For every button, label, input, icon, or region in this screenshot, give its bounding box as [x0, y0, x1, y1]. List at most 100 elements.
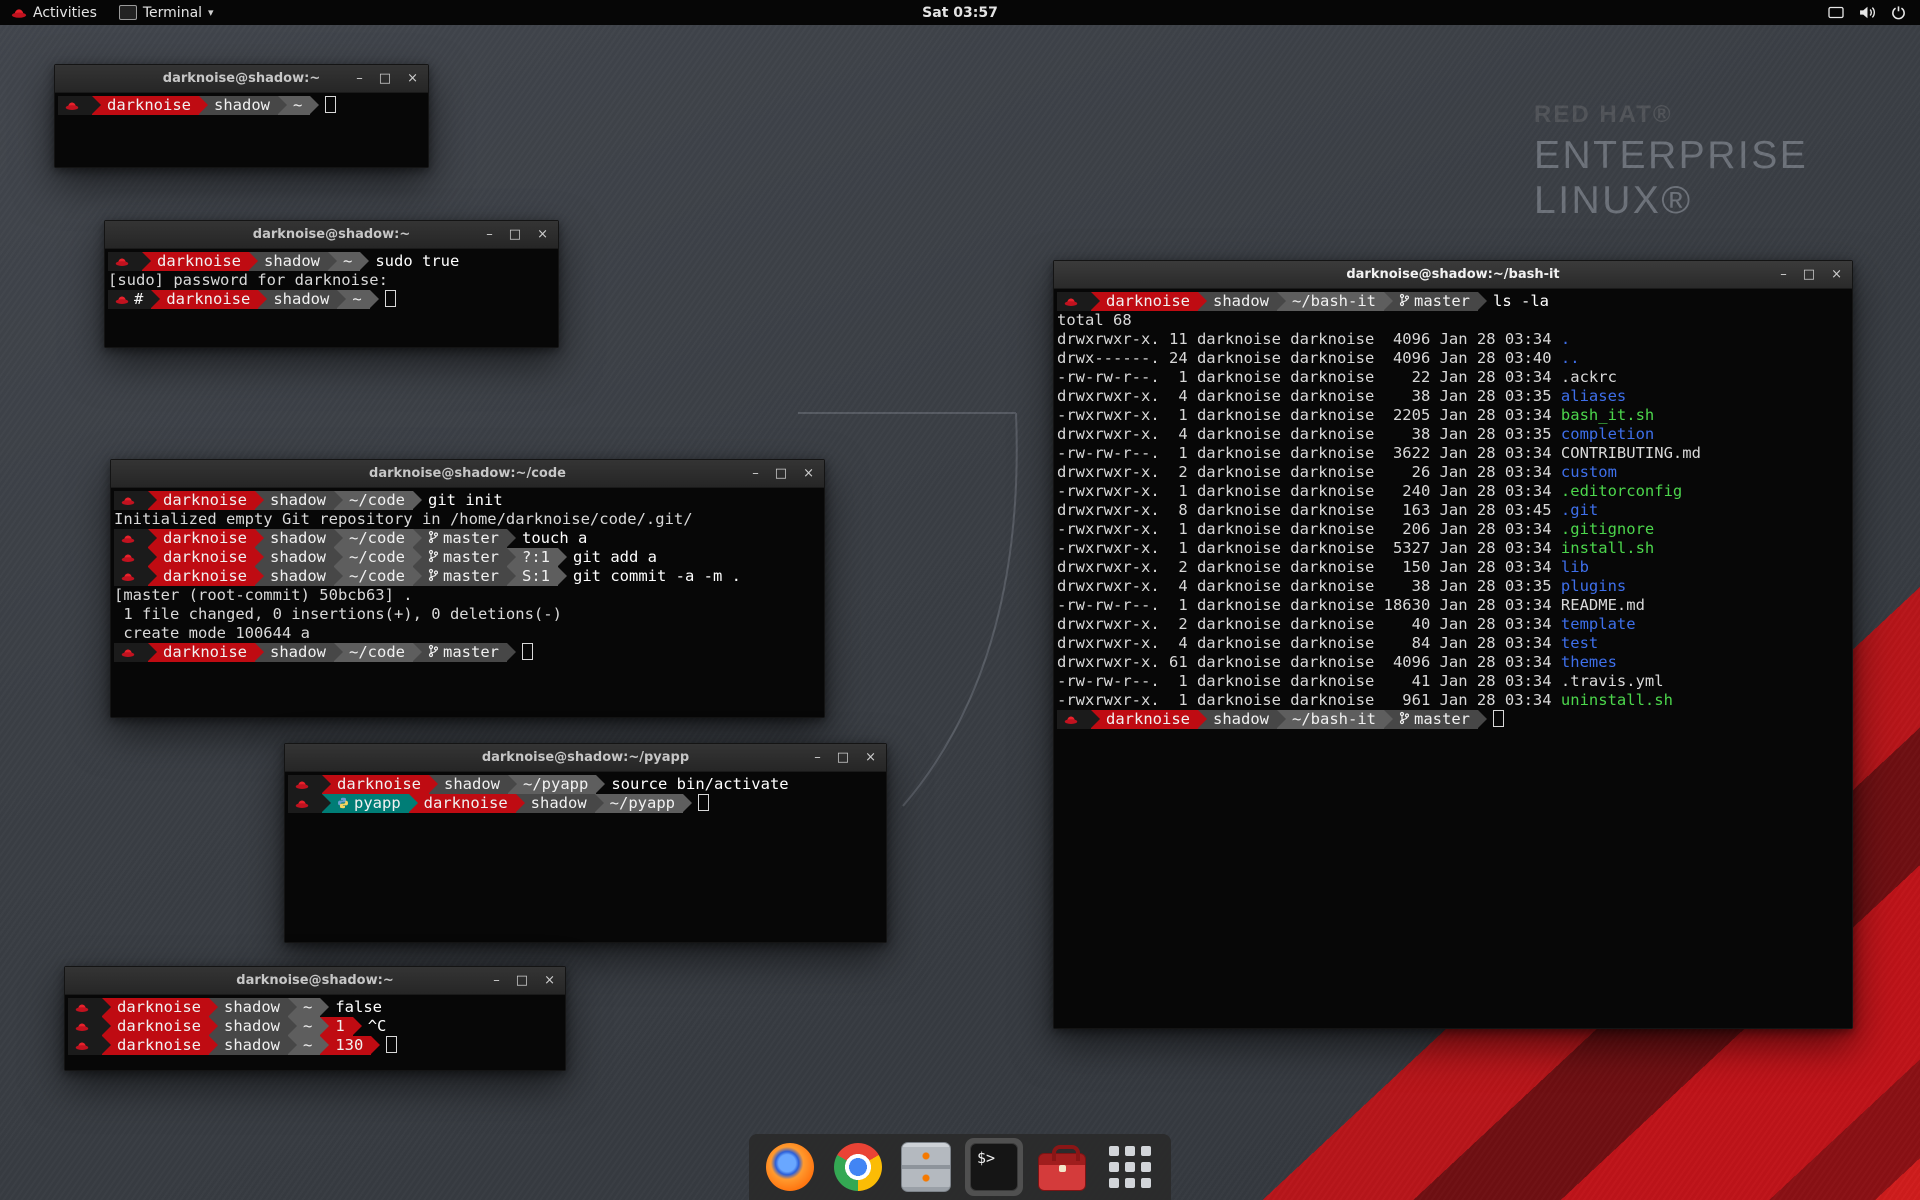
app-menu-label: Terminal [143, 5, 202, 21]
file-name: .. [1561, 349, 1580, 367]
prompt-segment-host: shadow [255, 567, 334, 586]
prompt-segment-text: darknoise [107, 96, 191, 114]
prompt-segment-user: darknoise [148, 529, 255, 548]
prompt-segment-host: shadow [1198, 710, 1277, 729]
close-button[interactable]: × [407, 72, 418, 85]
git-branch-icon [1399, 711, 1409, 730]
dock-item-firefox[interactable] [761, 1138, 819, 1196]
dock-item-toolbox[interactable] [1033, 1138, 1091, 1196]
minimize-button[interactable]: – [486, 228, 493, 241]
terminal-window-t3[interactable]: darknoise@shadow:~/code – □ × darknoises… [110, 459, 825, 718]
terminal-window-t4[interactable]: darknoise@shadow:~/pyapp – □ × darknoise… [284, 743, 887, 943]
output-text: [master (root-commit) 50bcb63] . [114, 586, 413, 604]
toolbox-icon [1038, 1153, 1086, 1191]
prompt-segment-text: ~/code [349, 529, 405, 547]
prompt-segment-git: master [413, 643, 507, 662]
window-titlebar[interactable]: darknoise@shadow:~ – □ × [105, 221, 558, 249]
prompt-segment-text: # [134, 290, 143, 308]
output-text: create mode 100644 a [114, 624, 310, 642]
prompt-segment-user: darknoise [148, 548, 255, 567]
terminal-line: darknoiseshadow~/codemastertouch a [114, 529, 821, 548]
window-titlebar[interactable]: darknoise@shadow:~ – □ × [65, 967, 565, 995]
ls-columns: drwxrwxr-x. 11 darknoise darknoise 4096 … [1057, 330, 1561, 348]
dock-item-terminal[interactable]: $> [965, 1138, 1023, 1196]
top-bar: Activities Terminal ▾ Sat 03:57 [0, 0, 1920, 25]
close-button[interactable]: × [1831, 268, 1842, 281]
output-text: total 68 [1057, 311, 1132, 329]
prompt-segment-user: darknoise [322, 775, 429, 794]
app-menu-terminal[interactable]: Terminal ▾ [108, 0, 225, 25]
file-name: .git [1561, 501, 1598, 519]
prompt-segment-text: master [443, 567, 499, 585]
maximize-button[interactable]: □ [379, 72, 391, 85]
window-titlebar[interactable]: darknoise@shadow:~ – □ × [55, 65, 428, 93]
terminal-line: darknoiseshadow~false [68, 998, 562, 1017]
terminal-line: drwxrwxr-x. 4 darknoise darknoise 38 Jan… [1057, 577, 1849, 596]
redhat-icon [65, 97, 79, 116]
maximize-button[interactable]: □ [516, 974, 528, 987]
prompt-segment-text: shadow [270, 529, 326, 547]
system-status-area[interactable] [1820, 0, 1914, 25]
terminal-content[interactable]: darknoiseshadow~sudo true[sudo] password… [105, 249, 558, 347]
redhat-icon [75, 1037, 89, 1056]
close-button[interactable]: × [544, 974, 555, 987]
dock: $> [749, 1134, 1171, 1200]
terminal-line: darknoiseshadow~/pyappsource bin/activat… [288, 775, 883, 794]
maximize-button[interactable]: □ [775, 467, 787, 480]
window-titlebar[interactable]: darknoise@shadow:~/pyapp – □ × [285, 744, 886, 772]
prompt-segment-git: master [413, 548, 507, 567]
terminal-line: create mode 100644 a [114, 624, 821, 643]
window-titlebar[interactable]: darknoise@shadow:~/bash-it – □ × [1054, 261, 1852, 289]
window-titlebar[interactable]: darknoise@shadow:~/code – □ × [111, 460, 824, 488]
terminal-window-t1[interactable]: darknoise@shadow:~ – □ × darknoiseshadow… [54, 64, 429, 168]
prompt-segment-text: ~/pyapp [523, 775, 588, 793]
terminal-window-t2[interactable]: darknoise@shadow:~ – □ × darknoiseshadow… [104, 220, 559, 348]
prompt-segment-text: ~ [303, 1036, 312, 1054]
terminal-content[interactable]: darknoiseshadow~/bash-itmasterls -latota… [1054, 289, 1852, 1028]
terminal-line: darknoiseshadow~1^C [68, 1017, 562, 1036]
terminal-content[interactable]: darknoiseshadow~ [55, 93, 428, 167]
terminal-window-t6-bash-it[interactable]: darknoise@shadow:~/bash-it – □ × darknoi… [1053, 260, 1853, 1029]
minimize-button[interactable]: – [752, 467, 759, 480]
close-button[interactable]: × [865, 751, 876, 764]
maximize-button[interactable]: □ [837, 751, 849, 764]
terminal-content[interactable]: darknoiseshadow~/pyappsource bin/activat… [285, 772, 886, 942]
terminal-line: darknoiseshadow~sudo true [108, 252, 555, 271]
dock-item-chrome[interactable] [829, 1138, 887, 1196]
file-name: bash_it.sh [1561, 406, 1654, 424]
prompt-segment-text: shadow [224, 998, 280, 1016]
close-button[interactable]: × [537, 228, 548, 241]
activities-button[interactable]: Activities [0, 0, 108, 25]
terminal-line: -rwxrwxr-x. 1 darknoise darknoise 2205 J… [1057, 406, 1849, 425]
prompt-segment-user: darknoise [102, 1036, 209, 1055]
prompt-segment-text: darknoise [117, 1017, 201, 1035]
maximize-button[interactable]: □ [509, 228, 521, 241]
prompt-segment-text: pyapp [354, 794, 401, 812]
git-branch-icon [1399, 293, 1409, 312]
close-button[interactable]: × [803, 467, 814, 480]
prompt-segment-hat [114, 491, 148, 510]
prompt-segment-text: ~/code [349, 567, 405, 585]
prompt-segment-user: darknoise [151, 290, 258, 309]
terminal-line: -rwxrwxr-x. 1 darknoise darknoise 240 Ja… [1057, 482, 1849, 501]
dock-item-app-grid[interactable] [1101, 1138, 1159, 1196]
minimize-button[interactable]: – [356, 72, 363, 85]
minimize-button[interactable]: – [814, 751, 821, 764]
clock[interactable]: Sat 03:57 [922, 5, 998, 21]
terminal-content[interactable]: darknoiseshadow~/codegit initInitialized… [111, 488, 824, 717]
terminal-content[interactable]: darknoiseshadow~falsedarknoiseshadow~1^C… [65, 995, 565, 1070]
command-text: sudo true [375, 252, 459, 270]
dock-item-files[interactable] [897, 1138, 955, 1196]
ls-columns: drwx------. 24 darknoise darknoise 4096 … [1057, 349, 1561, 367]
terminal-line: -rwxrwxr-x. 1 darknoise darknoise 961 Ja… [1057, 691, 1849, 710]
terminal-window-t5[interactable]: darknoise@shadow:~ – □ × darknoiseshadow… [64, 966, 566, 1071]
prompt-segment-text: darknoise [337, 775, 421, 793]
terminal-icon-glyph: $> [977, 1149, 995, 1167]
prompt-segment-text: darknoise [1106, 710, 1190, 728]
maximize-button[interactable]: □ [1803, 268, 1815, 281]
minimize-button[interactable]: – [493, 974, 500, 987]
file-name: install.sh [1561, 539, 1654, 557]
prompt-segment-text: master [1414, 710, 1470, 728]
prompt-segment-hat [1057, 710, 1091, 729]
minimize-button[interactable]: – [1780, 268, 1787, 281]
